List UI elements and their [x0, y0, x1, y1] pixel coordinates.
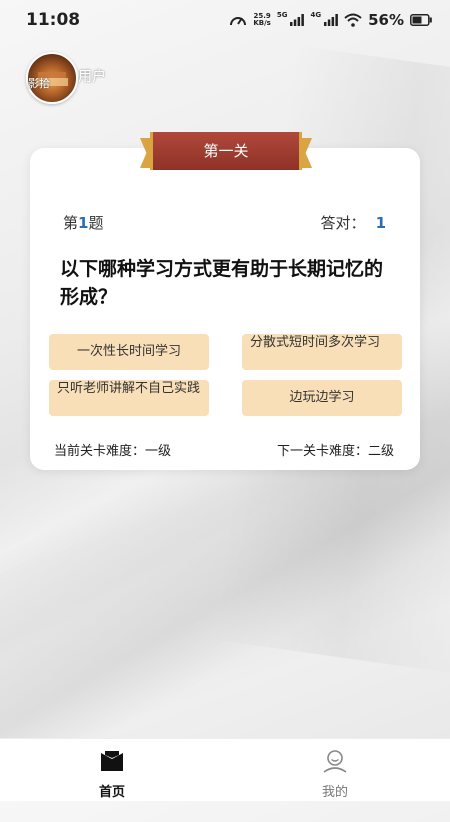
correct-label: 答对： — [320, 214, 366, 232]
username[interactable]: 用户 — [78, 66, 106, 86]
answer-option-1[interactable]: 一次性长时间学习 — [49, 334, 209, 370]
network-type-4g: 4G — [310, 11, 322, 19]
home-icon — [101, 751, 123, 771]
battery-icon — [410, 14, 432, 26]
level-title: 第一关 — [203, 142, 249, 160]
wifi-icon — [344, 13, 362, 27]
bottom-tab-bar: 首页 我的 — [0, 738, 450, 801]
question-number-value: 1 — [78, 214, 89, 232]
answer-option-4[interactable]: 边玩边学习 — [242, 380, 402, 416]
tab-mine-label: 我的 — [321, 785, 348, 800]
question-suffix: 题 — [88, 214, 104, 232]
question-number: 第1题 — [63, 212, 103, 233]
signal-icon — [290, 14, 305, 26]
net-speed-unit: KB/s — [253, 19, 271, 27]
status-time: 11:08 — [26, 10, 81, 30]
level-banner: 第一关 — [140, 132, 312, 170]
answer-option-3[interactable]: 只听老师讲解不自己实践 — [49, 380, 209, 416]
speedometer-icon — [230, 17, 247, 26]
next-difficulty: 下一关卡难度：二级 — [276, 444, 394, 459]
status-bar: 11:08 25.9 KB/s 5G 4G 56% — [0, 0, 450, 40]
tab-home[interactable]: 首页 — [77, 749, 147, 800]
user-icon — [323, 750, 347, 773]
question-text: 以下哪种学习方式更有助于长期记忆的形成？ — [60, 258, 384, 308]
status-icons: 25.9 KB/s 5G 4G 56% — [229, 11, 432, 29]
network-type-5g: 5G — [276, 11, 288, 19]
tab-home-label: 首页 — [98, 785, 125, 800]
tab-mine[interactable]: 我的 — [300, 749, 370, 800]
net-speed: 25.9 KB/s — [253, 13, 270, 27]
correct-count: 答对： 1 — [321, 212, 386, 233]
signal-icon — [324, 14, 338, 26]
battery-percent: 56% — [368, 11, 404, 29]
avatar-caption: 影拾 — [28, 77, 50, 90]
current-difficulty: 当前关卡难度：一级 — [54, 444, 172, 459]
answer-option-2[interactable]: 分散式短时间多次学习 — [242, 334, 402, 370]
correct-count-value: 1 — [375, 214, 386, 232]
question-prefix: 第 — [63, 214, 79, 232]
